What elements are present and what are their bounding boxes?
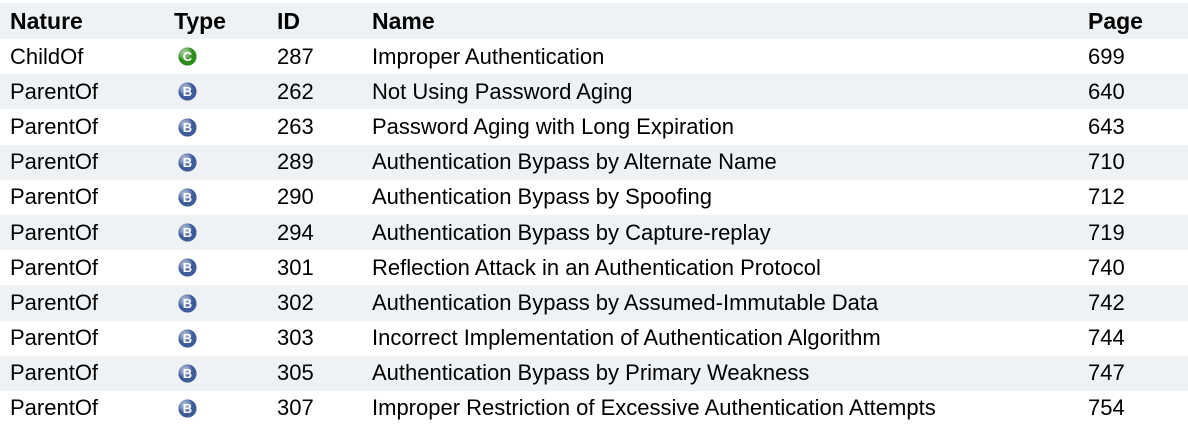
page-cell: 754 xyxy=(1088,395,1125,421)
header-row: Nature Type ID Name Page xyxy=(0,3,1188,39)
type-cell: B xyxy=(164,215,267,250)
header-id: ID xyxy=(277,7,300,34)
nature-cell: ParentOf xyxy=(10,184,99,210)
nature-cell: ParentOf xyxy=(10,219,99,245)
header-page: Page xyxy=(1088,7,1143,34)
base-icon: B xyxy=(178,329,197,348)
type-letter: B xyxy=(183,401,192,416)
type-letter: B xyxy=(183,366,192,381)
page-cell: 712 xyxy=(1088,184,1125,210)
name-cell: Authentication Bypass by Capture-replay xyxy=(372,219,771,245)
base-icon: B xyxy=(178,153,197,172)
page-cell: 740 xyxy=(1088,254,1125,280)
name-cell: Reflection Attack in an Authentication P… xyxy=(372,254,821,280)
page-cell: 747 xyxy=(1088,360,1125,386)
header-nature: Nature xyxy=(10,7,83,34)
name-cell: Authentication Bypass by Alternate Name xyxy=(372,149,777,175)
base-icon: B xyxy=(178,188,197,207)
id-cell: 289 xyxy=(277,149,314,175)
type-cell: B xyxy=(164,285,267,320)
nature-cell: ParentOf xyxy=(10,254,99,280)
table-row: ParentOf B 294 Authentication Bypass by Cap… xyxy=(0,214,1188,251)
id-cell: 307 xyxy=(277,395,314,421)
table-row: ParentOf B 301 Reflection Attack in an Auth… xyxy=(0,250,1188,286)
nature-cell: ParentOf xyxy=(10,149,99,175)
base-icon: B xyxy=(178,364,197,383)
page-cell: 744 xyxy=(1088,325,1125,351)
base-icon: B xyxy=(178,294,197,313)
nature-cell: ParentOf xyxy=(10,113,99,139)
type-letter: B xyxy=(183,155,192,170)
type-letter: B xyxy=(183,225,192,240)
type-letter: B xyxy=(183,296,192,311)
name-cell: Improper Authentication xyxy=(372,43,605,69)
name-cell: Authentication Bypass by Assumed-Immutab… xyxy=(372,289,879,315)
table-body: ChildOf C 287 Improper Authentication 699 Par… xyxy=(0,39,1188,427)
page-cell: 640 xyxy=(1088,78,1125,104)
table-row: ParentOf B 262 Not Using Password Aging 640 xyxy=(0,74,1188,110)
id-cell: 263 xyxy=(277,113,314,139)
name-cell: Password Aging with Long Expiration xyxy=(372,113,734,139)
nature-cell: ParentOf xyxy=(10,360,99,386)
type-cell: B xyxy=(164,321,267,356)
relationships-table: Nature Type ID Name Page ChildOf C 287 Impr… xyxy=(0,3,1188,427)
nature-cell: ParentOf xyxy=(10,395,99,421)
header-type: Type xyxy=(174,7,226,34)
type-letter: B xyxy=(183,84,192,99)
header-name: Name xyxy=(372,7,435,34)
table-row: ParentOf B 263 Password Aging with Long Exp… xyxy=(0,109,1188,145)
id-cell: 303 xyxy=(277,325,314,351)
type-cell: B xyxy=(164,145,267,180)
type-letter: C xyxy=(183,49,193,64)
type-letter: B xyxy=(183,260,192,275)
id-cell: 262 xyxy=(277,78,314,104)
type-letter: B xyxy=(183,331,192,346)
table-row: ParentOf B 303 Incorrect Implementation of … xyxy=(0,320,1188,356)
id-cell: 290 xyxy=(277,184,314,210)
type-cell: B xyxy=(164,250,267,285)
name-cell: Incorrect Implementation of Authenticati… xyxy=(372,325,881,351)
id-cell: 287 xyxy=(277,43,314,69)
page-cell: 719 xyxy=(1088,219,1125,245)
base-icon: B xyxy=(178,399,197,418)
page-cell: 742 xyxy=(1088,289,1125,315)
id-cell: 305 xyxy=(277,360,314,386)
type-cell: B xyxy=(164,109,267,144)
category-icon: C xyxy=(178,47,197,66)
type-cell: C xyxy=(164,39,267,74)
type-cell: B xyxy=(164,74,267,109)
type-letter: B xyxy=(183,120,192,135)
id-cell: 301 xyxy=(277,254,314,280)
table-row: ParentOf B 302 Authentication Bypass by Ass… xyxy=(0,285,1188,321)
base-icon: B xyxy=(178,118,197,137)
page-cell: 699 xyxy=(1088,43,1125,69)
table-row: ParentOf B 290 Authentication Bypass by Spo… xyxy=(0,179,1188,215)
table-row: ChildOf C 287 Improper Authentication 699 xyxy=(0,39,1188,75)
type-letter: B xyxy=(183,190,192,205)
type-cell: B xyxy=(164,180,267,215)
name-cell: Improper Restriction of Excessive Authen… xyxy=(372,395,936,421)
id-cell: 302 xyxy=(277,289,314,315)
id-cell: 294 xyxy=(277,219,314,245)
type-cell: B xyxy=(164,391,267,426)
table-row: ParentOf B 305 Authentication Bypass by Pri… xyxy=(0,355,1188,391)
base-icon: B xyxy=(178,82,197,101)
nature-cell: ParentOf xyxy=(10,78,99,104)
page-cell: 643 xyxy=(1088,113,1125,139)
page-cell: 710 xyxy=(1088,149,1125,175)
table-row: ParentOf B 289 Authentication Bypass by Alt… xyxy=(0,144,1188,180)
type-cell: B xyxy=(164,356,267,391)
name-cell: Authentication Bypass by Primary Weaknes… xyxy=(372,360,810,386)
name-cell: Not Using Password Aging xyxy=(372,78,633,104)
base-icon: B xyxy=(178,223,197,242)
name-cell: Authentication Bypass by Spoofing xyxy=(372,184,713,210)
nature-cell: ChildOf xyxy=(10,43,84,69)
table-row: ParentOf B 307 Improper Restriction of Exce… xyxy=(0,390,1188,427)
nature-cell: ParentOf xyxy=(10,289,99,315)
table-header: Nature Type ID Name Page xyxy=(0,3,1188,39)
base-icon: B xyxy=(178,258,197,277)
nature-cell: ParentOf xyxy=(10,325,99,351)
